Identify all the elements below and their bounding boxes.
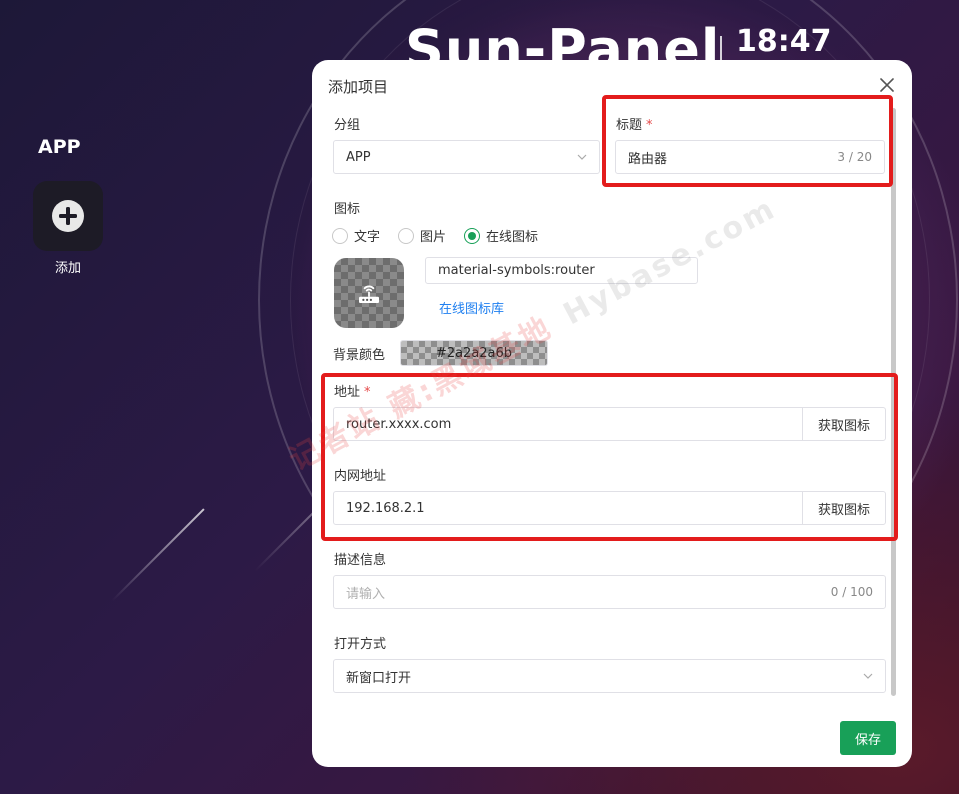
lan-url-input-value: 192.168.2.1 bbox=[346, 500, 425, 516]
close-button[interactable] bbox=[878, 76, 896, 94]
description-input[interactable]: 请输入 0 / 100 bbox=[333, 575, 886, 609]
url-input[interactable]: router.xxxx.com bbox=[333, 407, 803, 441]
radio-image-label[interactable]: 图片 bbox=[420, 226, 446, 245]
save-button[interactable]: 保存 bbox=[840, 721, 896, 755]
close-icon bbox=[880, 78, 894, 92]
title-input-value: 路由器 bbox=[628, 151, 668, 167]
radio-online-icon-label[interactable]: 在线图标 bbox=[486, 226, 538, 245]
description-placeholder: 请输入 bbox=[346, 586, 386, 602]
add-app-label: 添加 bbox=[54, 261, 81, 276]
light-streak bbox=[111, 508, 205, 602]
lan-url-fetch-icon-button[interactable]: 获取图标 bbox=[802, 491, 886, 525]
group-select-value: APP bbox=[346, 149, 371, 165]
open-method-value: 新窗口打开 bbox=[346, 670, 412, 686]
radio-image[interactable] bbox=[398, 227, 415, 244]
title-char-count: 3 / 20 bbox=[837, 150, 872, 164]
url-input-value: router.xxxx.com bbox=[346, 416, 452, 432]
title-label: 标题 * bbox=[616, 118, 653, 133]
group-select[interactable]: APP bbox=[333, 140, 600, 174]
group-label: 分组 bbox=[334, 118, 361, 133]
icon-label: 图标 bbox=[334, 202, 361, 217]
dialog-title: 添加项目 bbox=[328, 78, 389, 96]
url-fetch-icon-button[interactable]: 获取图标 bbox=[802, 407, 886, 441]
group-title: APP bbox=[38, 136, 81, 158]
scrollbar[interactable] bbox=[891, 108, 896, 696]
add-item-dialog: 添加项目 分组 APP 标题 * 路由器 3 / 20 图标 文字 图片 在线图标 bbox=[312, 60, 912, 767]
add-app-button[interactable] bbox=[33, 181, 103, 251]
bg-color-picker[interactable]: #2a2a2a6b bbox=[400, 340, 548, 366]
clock: 18:47 bbox=[736, 24, 832, 59]
lan-url-label: 内网地址 bbox=[334, 469, 387, 484]
brand-divider bbox=[720, 36, 722, 62]
plus-circle-icon bbox=[52, 200, 84, 232]
router-icon bbox=[359, 285, 379, 303]
open-method-label: 打开方式 bbox=[334, 637, 387, 652]
description-char-count: 0 / 100 bbox=[830, 585, 873, 599]
lan-url-input[interactable]: 192.168.2.1 bbox=[333, 491, 803, 525]
title-input[interactable]: 路由器 3 / 20 bbox=[615, 140, 885, 174]
icon-preview bbox=[334, 258, 404, 328]
chevron-down-icon bbox=[863, 673, 873, 679]
radio-text[interactable] bbox=[332, 227, 348, 244]
icon-name-input[interactable]: material-symbols:router bbox=[425, 257, 698, 284]
light-streak bbox=[254, 506, 320, 572]
icon-library-link[interactable]: 在线图标库 bbox=[439, 298, 504, 317]
bg-color-value: #2a2a2a6b bbox=[435, 345, 513, 361]
radio-text-label[interactable]: 文字 bbox=[354, 226, 380, 245]
open-method-select[interactable]: 新窗口打开 bbox=[333, 659, 886, 693]
chevron-down-icon bbox=[577, 154, 587, 160]
icon-name-value: material-symbols:router bbox=[438, 263, 595, 278]
url-label: 地址 * bbox=[334, 385, 371, 400]
description-label: 描述信息 bbox=[334, 553, 387, 568]
radio-online-icon[interactable] bbox=[464, 227, 481, 244]
icon-type-radio-group: 文字 图片 在线图标 bbox=[332, 226, 550, 245]
bg-color-label: 背景颜色 bbox=[333, 348, 386, 363]
